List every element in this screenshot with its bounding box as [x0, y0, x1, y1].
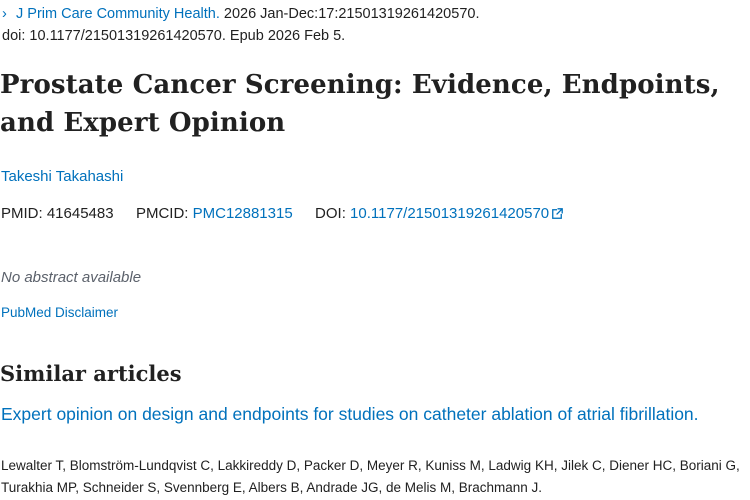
citation-details: 2026 Jan-Dec:17:21501319261420570. [219, 6, 480, 22]
external-link-icon[interactable] [552, 205, 564, 219]
doi-label: DOI: [315, 205, 346, 222]
similar-article-title-link[interactable]: Expert opinion on design and endpoints f… [1, 402, 741, 426]
pmid-label: PMID: [1, 205, 43, 222]
pmcid-label: PMCID: [135, 205, 189, 222]
pubmed-disclaimer-link[interactable]: PubMed Disclaimer [1, 304, 118, 322]
citation-block: › J Prim Care Community Health. 2026 Jan-… [2, 3, 479, 47]
citation-line-2: doi: 10.1177/21501319261420570. Epub 202… [2, 28, 346, 44]
doi-link[interactable]: 10.1177/21501319261420570 [350, 205, 549, 222]
pmid-value: 41645483 [46, 205, 114, 222]
citation-line-1: › J Prim Care Community Health. 2026 Jan-… [2, 3, 479, 25]
abstract-status: No abstract available [1, 269, 142, 286]
similar-article-authors: Lewalter T, Blomström-Lundqvist C, Lakki… [1, 458, 740, 495]
article-page: › J Prim Care Community Health. 2026 Jan-… [0, 0, 750, 500]
pmcid-link[interactable]: PMC12881315 [193, 205, 293, 222]
page-title: Prostate Cancer Screening: Evidence, End… [0, 70, 720, 138]
identifiers-row: PMID: 41645483 PMCID: PMC12881315 DOI: 1… [1, 204, 564, 224]
similar-articles-heading: Similar articles [0, 361, 182, 386]
author-link[interactable]: Takeshi Takahashi [1, 167, 123, 187]
chevron-right-icon[interactable]: › [2, 3, 16, 25]
journal-link[interactable]: J Prim Care Community Health. [16, 6, 220, 22]
